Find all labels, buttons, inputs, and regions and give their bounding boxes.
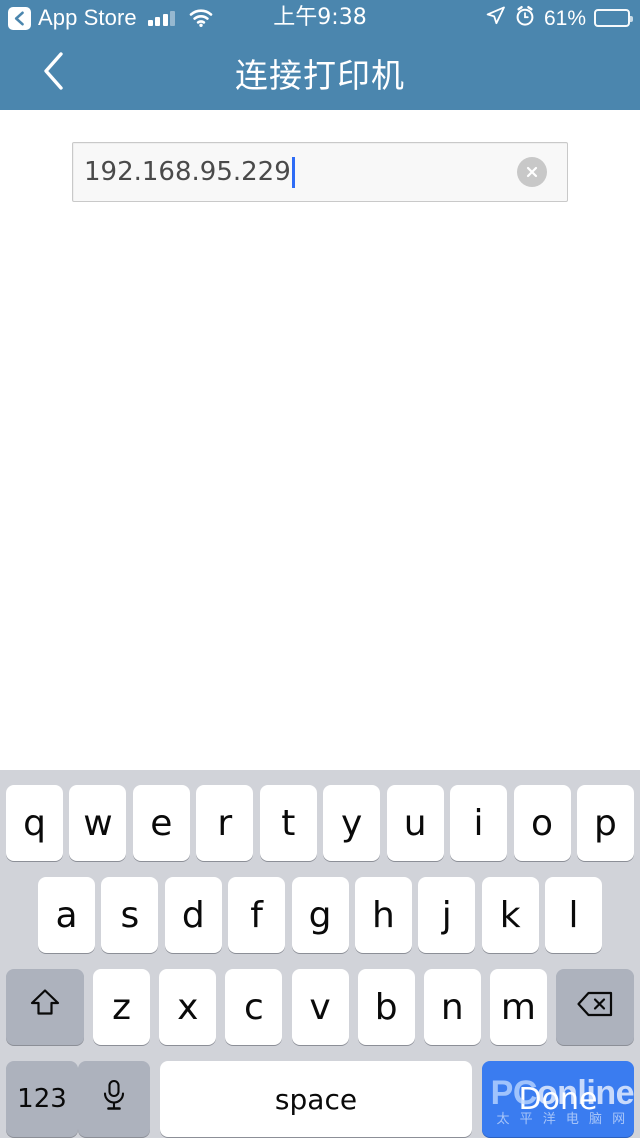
key-b[interactable]: b [357,969,415,1045]
dictation-key[interactable] [78,1061,150,1137]
backspace-delete-icon [575,987,615,1028]
key-l[interactable]: l [545,877,602,953]
key-d[interactable]: d [164,877,222,953]
key-g[interactable]: g [291,877,349,953]
onscreen-keyboard: q w e r t y u i o p a s d f g h j k l z … [0,770,640,1138]
key-w[interactable]: w [69,785,127,861]
status-bar-left-group: App Store [8,6,213,30]
key-s[interactable]: s [101,877,159,953]
status-bar: App Store 上午9:38 61% [0,0,640,36]
location-arrow-icon [485,5,506,31]
space-key[interactable]: space [160,1061,472,1137]
main-content: 192.168.95.229 [0,110,640,770]
keyboard-row-2: a s d f g h j k l [0,875,640,955]
navigation-bar: 连接打印机 [0,36,640,110]
key-r[interactable]: r [196,785,254,861]
backspace-key[interactable] [556,969,634,1045]
ip-address-input[interactable]: 192.168.95.229 [72,142,568,202]
key-z[interactable]: z [93,969,151,1045]
microphone-icon [100,1078,128,1121]
key-v[interactable]: v [291,969,349,1045]
keyboard-row-1: q w e r t y u i o p [0,783,640,863]
key-m[interactable]: m [489,969,547,1045]
key-x[interactable]: x [159,969,217,1045]
key-f[interactable]: f [228,877,286,953]
keyboard-row-3: z x c v b n m [0,967,640,1047]
key-k[interactable]: k [481,877,539,953]
key-q[interactable]: q [6,785,63,861]
key-e[interactable]: e [132,785,190,861]
iphone-screen: App Store 上午9:38 61% 连接打印机 192.168.95.22… [0,0,640,1138]
alarm-clock-icon [514,5,536,32]
key-a[interactable]: a [38,877,95,953]
key-i[interactable]: i [450,785,508,861]
status-bar-back-app-label[interactable]: App Store [38,7,137,29]
key-c[interactable]: c [225,969,283,1045]
page-title: 连接打印机 [235,56,405,95]
key-t[interactable]: t [259,785,317,861]
key-j[interactable]: j [418,877,476,953]
chevron-left-boxed-icon[interactable] [8,6,31,30]
key-n[interactable]: n [423,969,481,1045]
battery-icon [594,9,633,27]
wifi-icon [189,9,213,27]
ip-address-value: 192.168.95.229 [84,157,291,187]
clear-circle-x-icon[interactable] [517,157,547,187]
shift-key[interactable] [6,969,84,1045]
numbers-key[interactable]: 123 [6,1061,78,1137]
key-p[interactable]: p [576,785,634,861]
done-key[interactable]: Done [482,1061,634,1137]
shift-arrow-icon [28,986,62,1029]
key-u[interactable]: u [386,785,444,861]
battery-percent-label: 61% [543,6,586,30]
cellular-signal-icon [147,10,176,26]
key-y[interactable]: y [323,785,381,861]
key-o[interactable]: o [513,785,571,861]
key-h[interactable]: h [354,877,412,953]
status-bar-right-group: 61% [485,5,633,32]
text-caret [291,156,295,188]
keyboard-row-4: 123 space Done [0,1059,640,1138]
